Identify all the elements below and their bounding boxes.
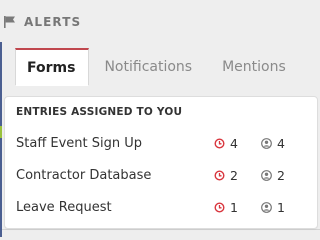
user-icon: [261, 169, 272, 181]
user-icon: [261, 137, 272, 149]
divider: [2, 229, 320, 230]
tab-forms[interactable]: Forms: [15, 48, 90, 86]
entries-list: Staff Event Sign Up 4 4 Contractor Datab…: [5, 127, 317, 223]
clock-icon: [214, 201, 225, 213]
widget-title: ALERTS: [24, 15, 82, 29]
assigned-value: 4: [277, 135, 285, 151]
overdue-count[interactable]: 2: [214, 168, 238, 183]
alerts-widget: ALERTS Forms Notifications Mentions ENTR…: [0, 0, 320, 237]
widget-header: ALERTS: [0, 11, 81, 33]
assigned-value: 2: [277, 167, 285, 183]
user-icon: [261, 201, 272, 213]
overdue-value: 4: [230, 135, 238, 151]
list-item[interactable]: Contractor Database 2 2: [5, 159, 317, 191]
flag-icon: [3, 15, 17, 29]
tab-bar: Forms Notifications Mentions: [15, 48, 301, 86]
overdue-value: 2: [230, 167, 238, 183]
panel-title: ENTRIES ASSIGNED TO YOU: [16, 106, 183, 118]
overdue-value: 1: [230, 199, 238, 215]
assigned-count[interactable]: 4: [261, 136, 285, 151]
entries-panel: ENTRIES ASSIGNED TO YOU Staff Event Sign…: [4, 96, 318, 229]
form-name-link[interactable]: Contractor Database: [16, 168, 151, 183]
list-item[interactable]: Staff Event Sign Up 4 4: [5, 127, 317, 159]
clock-icon: [214, 137, 225, 149]
assigned-value: 1: [277, 199, 285, 215]
form-name-link[interactable]: Leave Request: [16, 200, 112, 215]
page-edge-marker: [0, 126, 2, 138]
list-item[interactable]: Leave Request 1 1: [5, 191, 317, 223]
tab-notifications[interactable]: Notifications: [89, 49, 207, 85]
tab-label: Notifications: [104, 59, 193, 75]
page-edge-bar: [0, 42, 2, 237]
assigned-count[interactable]: 1: [261, 200, 285, 215]
overdue-count[interactable]: 4: [214, 136, 238, 151]
overdue-count[interactable]: 1: [214, 200, 238, 215]
form-name-link[interactable]: Staff Event Sign Up: [16, 136, 142, 151]
tab-label: Mentions: [222, 59, 286, 75]
clock-icon: [214, 169, 225, 181]
assigned-count[interactable]: 2: [261, 168, 285, 183]
tab-mentions[interactable]: Mentions: [207, 49, 301, 85]
tab-label: Forms: [27, 59, 76, 76]
